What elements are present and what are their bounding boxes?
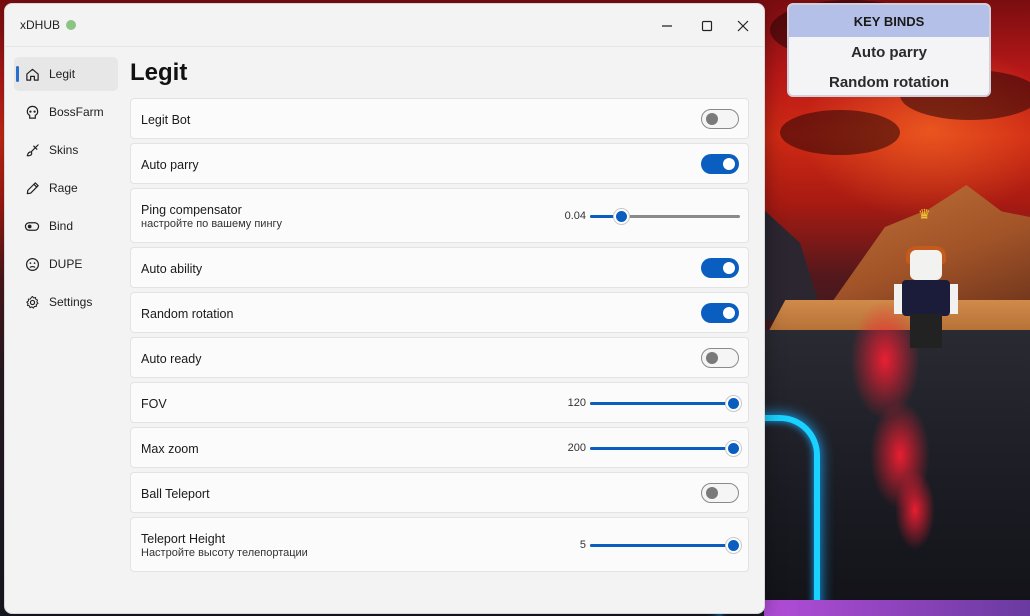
ping-compensator-value: 0.04 <box>564 210 586 222</box>
toggle-icon <box>24 218 40 234</box>
setting-max-zoom: Max zoom 200 <box>130 427 749 468</box>
setting-auto-parry: Auto parry <box>130 143 749 184</box>
home-icon <box>24 66 40 82</box>
sidebar-item-bossfarm[interactable]: BossFarm <box>14 95 118 129</box>
crown-icon: ♛ <box>918 206 931 222</box>
page-title: Legit <box>130 59 188 86</box>
sidebar-item-rage[interactable]: Rage <box>14 171 118 205</box>
brush-icon <box>24 142 40 158</box>
sad-face-icon <box>24 256 40 272</box>
random-rotation-toggle[interactable] <box>701 303 739 323</box>
app-window: xDHUB Legit BossFarm Skins Rage Bind DUP… <box>4 3 765 614</box>
slider-thumb[interactable] <box>726 538 741 553</box>
gear-icon <box>24 294 40 310</box>
keybind-item: Random rotation <box>829 73 949 91</box>
keybinds-panel: KEY BINDS Auto parry Random rotation <box>787 3 991 97</box>
status-indicator <box>66 20 77 30</box>
teleport-height-slider[interactable] <box>590 538 741 553</box>
title-bar[interactable]: xDHUB <box>5 4 764 46</box>
cloud <box>780 110 900 155</box>
setting-auto-ability: Auto ability <box>130 247 749 288</box>
skull-icon <box>24 104 40 120</box>
pen-icon <box>24 180 40 196</box>
sidebar-item-legit[interactable]: Legit <box>14 57 118 91</box>
sidebar-item-label: DUPE <box>49 257 83 271</box>
setting-teleport-height: Teleport Height Настройте высоту телепор… <box>130 517 749 572</box>
title-separator <box>5 46 764 47</box>
slider-thumb[interactable] <box>614 209 629 224</box>
sidebar-item-label: BossFarm <box>49 105 104 119</box>
minimize-icon <box>662 25 672 27</box>
setting-ping-compensator: Ping compensator настройте по вашему пин… <box>130 188 749 243</box>
slider-fill <box>590 544 733 547</box>
maximize-icon <box>701 20 713 32</box>
setting-description: Настройте высоту телепортации <box>141 547 308 559</box>
auto-parry-toggle[interactable] <box>701 154 739 174</box>
sidebar-item-settings[interactable]: Settings <box>14 285 118 319</box>
setting-label: Auto ability <box>141 262 203 276</box>
ball-teleport-toggle[interactable] <box>701 483 739 503</box>
auto-ready-toggle[interactable] <box>701 348 739 368</box>
close-button[interactable] <box>731 14 755 38</box>
fov-value: 120 <box>567 397 586 409</box>
setting-description: настройте по вашему пингу <box>141 218 283 230</box>
setting-label: Auto parry <box>141 158 199 172</box>
sidebar: Legit BossFarm Skins Rage Bind DUPE Sett… <box>14 57 118 323</box>
setting-legit-bot: Legit Bot <box>130 98 749 139</box>
legit-bot-toggle[interactable] <box>701 109 739 129</box>
setting-fov: FOV 120 <box>130 382 749 423</box>
maximize-button[interactable] <box>695 14 719 38</box>
slider-thumb[interactable] <box>726 396 741 411</box>
slider-thumb[interactable] <box>726 441 741 456</box>
sword-aura <box>895 470 935 550</box>
setting-label: Teleport Height <box>141 532 226 546</box>
setting-random-rotation: Random rotation <box>130 292 749 333</box>
auto-ability-toggle[interactable] <box>701 258 739 278</box>
slider-fill <box>590 447 733 450</box>
setting-ball-teleport: Ball Teleport <box>130 472 749 513</box>
sidebar-item-label: Legit <box>49 67 76 81</box>
sidebar-item-label: Skins <box>49 143 79 157</box>
keybinds-header: KEY BINDS <box>789 5 989 37</box>
setting-label: Max zoom <box>141 442 199 456</box>
setting-auto-ready: Auto ready <box>130 337 749 378</box>
setting-label: Ball Teleport <box>141 487 210 501</box>
ping-compensator-slider[interactable] <box>590 209 740 224</box>
slider-fill <box>590 402 733 405</box>
max-zoom-value: 200 <box>567 442 586 454</box>
close-icon <box>737 20 749 32</box>
keybind-item: Auto parry <box>851 43 927 61</box>
player-avatar <box>894 246 958 350</box>
teleport-height-value: 5 <box>579 539 586 551</box>
setting-label: Auto ready <box>141 352 202 366</box>
sidebar-item-skins[interactable]: Skins <box>14 133 118 167</box>
max-zoom-slider[interactable] <box>590 441 741 456</box>
setting-label: Legit Bot <box>141 113 191 127</box>
sidebar-item-label: Bind <box>49 219 74 233</box>
neon-strip <box>764 600 1030 616</box>
setting-label: Ping compensator <box>141 203 242 217</box>
sidebar-item-dupe[interactable]: DUPE <box>14 247 118 281</box>
app-title: xDHUB <box>20 18 61 32</box>
minimize-button[interactable] <box>655 14 679 38</box>
fov-slider[interactable] <box>590 396 741 411</box>
sidebar-item-label: Settings <box>49 295 93 309</box>
setting-label: FOV <box>141 397 167 411</box>
sidebar-item-label: Rage <box>49 181 78 195</box>
setting-label: Random rotation <box>141 307 234 321</box>
sidebar-item-bind[interactable]: Bind <box>14 209 118 243</box>
